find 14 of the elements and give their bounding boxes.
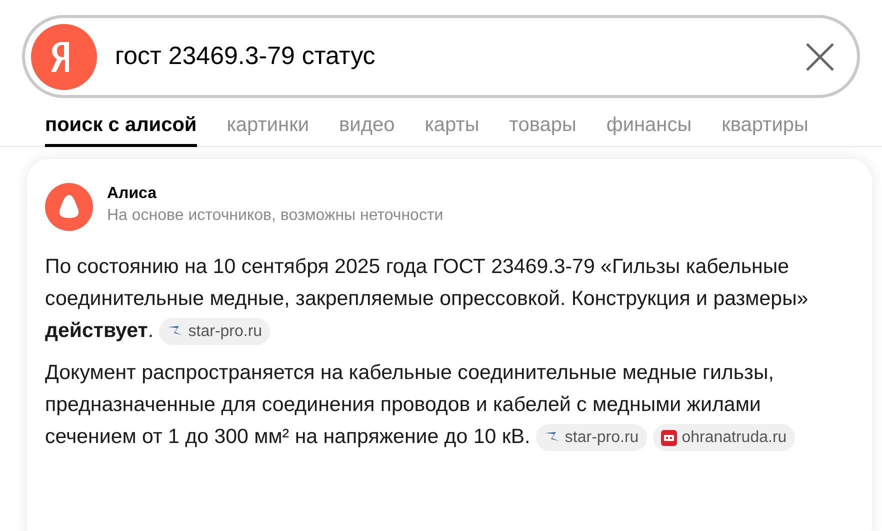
tab[interactable]: поиск с алисой [45,114,197,147]
source-link[interactable]: star-pro.ru [159,318,270,346]
source-link[interactable]: ohranatruda.ru [652,424,795,452]
disclaimer-text: На основе источников, возможны неточности [107,206,444,226]
close-icon[interactable] [805,42,835,72]
search-input[interactable]: гост 23469.3-79 статус [115,38,805,76]
logo-icon[interactable] [31,24,97,90]
square-logo-icon [660,430,677,446]
search-field[interactable]: гост 23469.3-79 статус [22,15,860,98]
author-name: Алиса [107,184,158,204]
answer-paragraph: По состоянию на 10 сентября 2025 года ГОСТ 23469.3-79 «Гильзы кабельные соединительные медные, закрепляемые опрессовкой. Конструкция и размеры» действует. star-pro.ru [45,251,810,347]
answer-paragraph: Документ распространяется на кабельные соединительные медные гильзы, предназначенные для соединения проводов и кабелей с медными жилами сечением от 1 до 300 мм² на напряжение до 10 кВ. star-pro.ru ohranatruda.ru [45,357,810,453]
source-link[interactable]: star-pro.ru [536,424,647,452]
alice-logo-icon [45,183,93,231]
